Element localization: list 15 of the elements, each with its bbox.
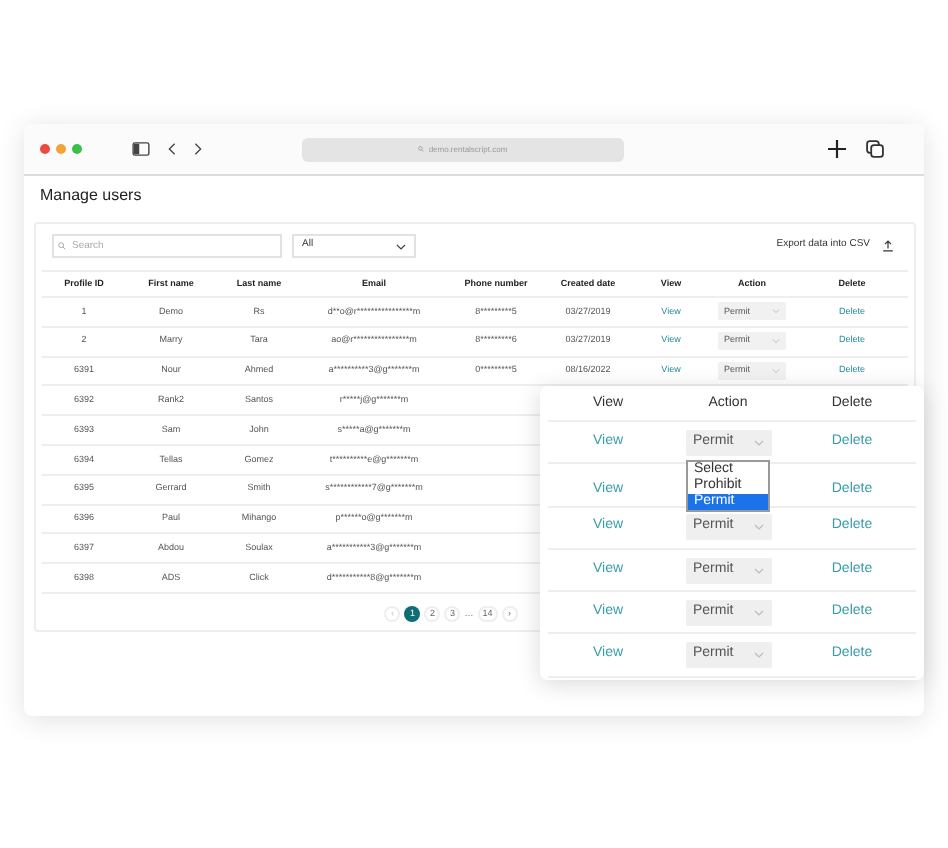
back-icon[interactable] [168, 142, 176, 156]
chevron-down-icon [753, 524, 763, 531]
chevron-down-icon [396, 243, 406, 249]
chevron-down-icon [753, 652, 763, 659]
chevron-down-icon [753, 439, 763, 446]
sidebar-icon[interactable] [132, 142, 150, 156]
page-title: Manage users [40, 186, 144, 206]
search-icon [418, 146, 425, 152]
search-icon [58, 242, 66, 250]
chevron-down-icon [753, 609, 763, 616]
upload-icon[interactable] [882, 240, 894, 252]
forward-icon[interactable] [194, 142, 202, 156]
chevron-down-icon [753, 567, 763, 574]
copy-icon[interactable] [866, 140, 884, 158]
plus-icon[interactable] [828, 140, 846, 158]
